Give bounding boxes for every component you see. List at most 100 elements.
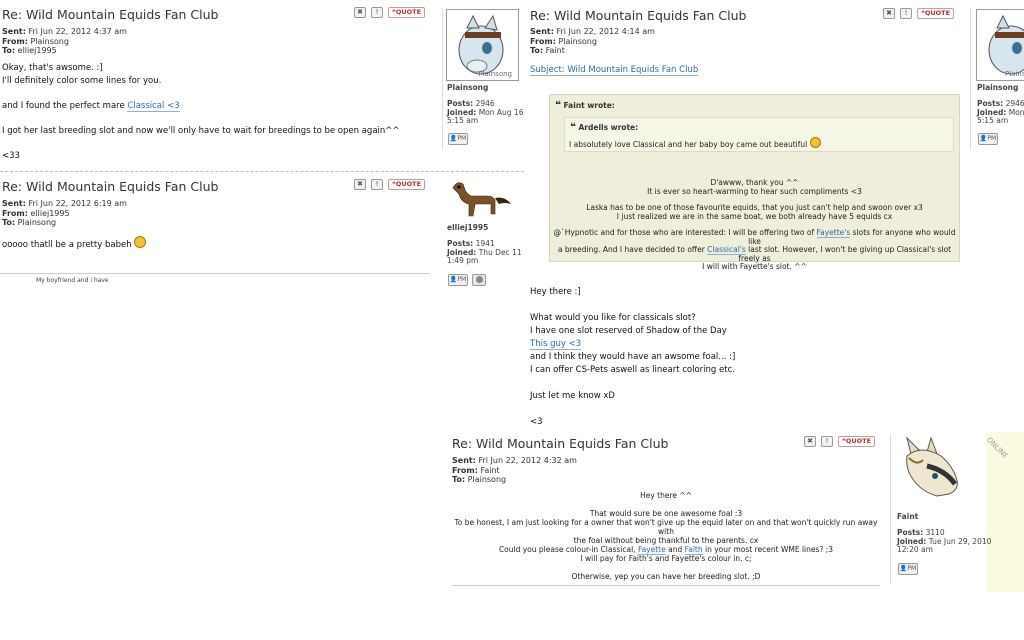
post-text: Okay, that's awsome. :] — [2, 63, 103, 73]
pm-button[interactable]: 👤PM — [978, 133, 998, 145]
to-value: elliej1995 — [17, 46, 57, 55]
joined-date: Thu Dec 11 — [478, 247, 522, 257]
post4-actions: ✖ ! ❝QUOTE — [804, 436, 876, 447]
post4-meta: Sent: Fri Jun 22, 2012 4:32 am From: Fai… — [452, 456, 577, 484]
smiley-icon — [134, 236, 147, 248]
post3-actions: ✖ ! ❝QUOTE — [883, 8, 955, 19]
joined-time: 5:15 am — [447, 116, 479, 125]
author-stats: Posts: 2946 Joined: Mon 5:15 am — [977, 99, 1024, 125]
quote-mark-icon: ❝ — [555, 100, 561, 111]
this-guy-link[interactable]: This guy <3 — [530, 339, 582, 350]
report-icon[interactable]: ✖ — [883, 8, 895, 19]
sent-value: Fri Jun 22, 2012 6:19 am — [28, 199, 127, 208]
signature-divider — [0, 273, 430, 274]
post-text: I'll definitely color some lines for you… — [2, 76, 162, 86]
post3-body: Hey there :] What would you like for cla… — [530, 286, 735, 429]
post-text: ooooo thatll be a pretty babeh — [2, 240, 132, 250]
post2-body: ooooo thatll be a pretty babeh — [2, 236, 147, 252]
quote-author: ❝ Faint wrote: — [555, 100, 615, 111]
avatar[interactable]: Plainsong — [446, 9, 519, 81]
post-text: and I think they would have an awsome fo… — [530, 352, 736, 362]
post1-title: Re: Wild Mountain Equids Fan Club — [2, 7, 219, 22]
from-value: Plainsong — [558, 36, 597, 46]
avatar[interactable] — [447, 178, 515, 220]
report-icon[interactable]: ✖ — [354, 179, 366, 190]
nested-quote-block: ❝ Ardells wrote: I absolutely love Class… — [564, 117, 954, 152]
column-divider — [890, 434, 891, 584]
post2-meta: Sent: Fri Jun 22, 2012 6:19 am From: ell… — [2, 199, 127, 227]
post4-body: Hey there ^^ That would sure be one awes… — [454, 491, 878, 581]
quote-block: ❝ Faint wrote: ❝ Ardells wrote: I absolu… — [549, 94, 960, 271]
quote-button[interactable]: ❝QUOTE — [388, 179, 426, 190]
pm-button[interactable]: 👤PM — [448, 274, 468, 286]
post4-title: Re: Wild Mountain Equids Fan Club — [452, 436, 669, 451]
post-text: <3 — [530, 417, 543, 427]
from-label: From: — [2, 36, 28, 46]
author-name[interactable]: Plainsong — [447, 83, 488, 92]
post-text: <33 — [2, 151, 20, 161]
smiley-icon — [809, 137, 821, 148]
faint-avatar-image — [906, 436, 958, 497]
post-text: I got her last breeding slot and now we'… — [2, 126, 400, 136]
website-button[interactable] — [472, 274, 486, 286]
avatar[interactable] — [897, 436, 963, 510]
subject-line[interactable]: Subject: Wild Mountain Equids Fan Club — [530, 65, 699, 76]
joined-time: 1:49 pm — [447, 256, 479, 265]
pm-button[interactable]: 👤PM — [898, 563, 918, 575]
avatar[interactable]: Plains — [976, 9, 1024, 81]
subject-value: Wild Mountain Equids Fan Club — [567, 65, 699, 75]
post-text: Just let me know xD — [530, 391, 615, 401]
quote-button[interactable]: ❝QUOTE — [838, 436, 876, 447]
warn-icon[interactable]: ! — [821, 436, 833, 447]
post1-meta: Sent: Fri Jun 22, 2012 4:37 am From: Pla… — [2, 27, 127, 56]
pm-button[interactable]: 👤PM — [448, 133, 468, 145]
quote-button[interactable]: ❝QUOTE — [917, 8, 955, 19]
author-stats: Posts: 2946 Joined: Mon Aug 16 5:15 am — [447, 99, 524, 125]
quote-mark-icon: ❝ — [570, 122, 576, 133]
avatar-watermark: Plains — [1005, 70, 1024, 78]
post1-body: Okay, that's awsome. :] I'll definitely … — [2, 62, 400, 163]
post-divider — [452, 585, 880, 586]
fayette-link[interactable]: Fayette's — [816, 228, 851, 238]
quote-text: D'awww, thank you ^^ It is ever so heart… — [553, 178, 956, 271]
sent-value: Fri Jun 22, 2012 4:37 am — [28, 27, 127, 36]
author-name[interactable]: Faint — [897, 512, 918, 521]
post3-title: Re: Wild Mountain Equids Fan Club — [530, 8, 747, 23]
to-value: Plainsong — [467, 475, 507, 484]
avatar-watermark: Plainsong — [478, 70, 512, 78]
post-divider — [0, 171, 524, 172]
post2-title: Re: Wild Mountain Equids Fan Club — [2, 179, 219, 194]
post-text: and I found the perfect mare — [2, 101, 128, 111]
from-value: Faint — [480, 465, 500, 475]
from-value: elliej1995 — [30, 208, 70, 218]
to-label: To: — [2, 46, 16, 55]
column-divider — [970, 8, 971, 150]
joined-time: 12:20 am — [897, 545, 933, 554]
report-icon[interactable]: ✖ — [804, 436, 816, 447]
post-text: I can offer CS-Pets aswell as lineart co… — [530, 365, 735, 375]
warn-icon[interactable]: ! — [371, 179, 383, 190]
post2-actions: ✖ ! ❝QUOTE — [354, 179, 426, 190]
globe-icon — [475, 276, 483, 283]
to-value: Plainsong — [17, 218, 57, 227]
to-value: Faint — [545, 46, 565, 55]
nested-quote-text: I absolutely love Classical and her baby… — [569, 137, 821, 149]
warn-icon[interactable]: ! — [371, 7, 383, 18]
author-name[interactable]: elliej1995 — [447, 223, 488, 232]
author-stats: Posts: 3110 Joined: Tue Jun 29, 2010 12:… — [897, 528, 992, 554]
joined-date: Tue Jun 29, 2010 — [928, 536, 992, 546]
from-value: Plainsong — [30, 36, 69, 46]
joined-date: Mon Aug 16 — [478, 107, 524, 117]
author-name[interactable]: Plainsong — [977, 83, 1018, 92]
warn-icon[interactable]: ! — [900, 8, 912, 19]
post-text: Hey there :] — [530, 287, 581, 297]
quote-button[interactable]: ❝QUOTE — [388, 7, 426, 18]
post1-actions: ✖ ! ❝QUOTE — [354, 7, 426, 18]
post-text: What would you like for classicals slot? — [530, 313, 696, 323]
post-text: I have one slot reserved of Shadow of th… — [530, 326, 727, 336]
signature-text: My boyfriend and i have — [36, 277, 109, 284]
report-icon[interactable]: ✖ — [354, 7, 366, 18]
classical-link[interactable]: Classical <3 — [127, 101, 180, 112]
sent-label: Sent: — [2, 27, 26, 36]
column-divider — [442, 8, 443, 150]
